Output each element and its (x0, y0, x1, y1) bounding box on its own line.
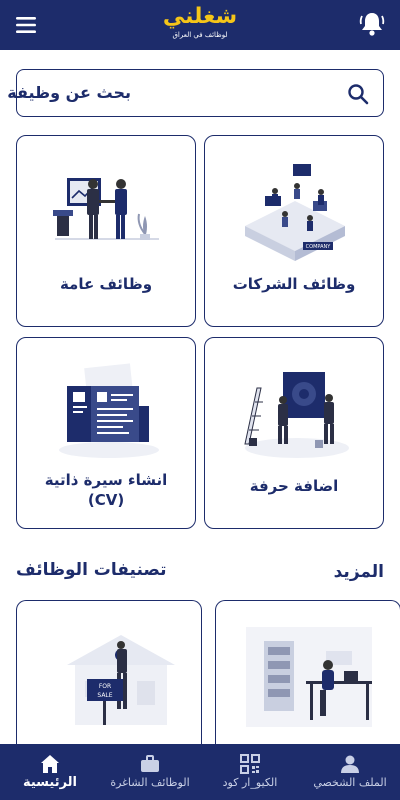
nav-qr-code-label: الكيو_ار كود (222, 776, 278, 789)
category-card-real-estate[interactable]: FOR SALE (16, 600, 202, 750)
briefcase-icon (141, 755, 159, 772)
nav-profile-label: الملف الشخصي (313, 776, 387, 789)
top-app-bar: شغلني لوظائف في العراق (0, 0, 400, 50)
nav-vacancies[interactable]: الوظائف الشاغرة (100, 744, 200, 800)
more-link[interactable]: المزيد (334, 562, 384, 582)
job-search-bar[interactable]: بحث عن وظيفة (7, 69, 384, 117)
hamburger-menu-icon[interactable] (14, 13, 40, 37)
nav-profile[interactable]: الملف الشخصي (300, 744, 400, 800)
svg-text:FOR: FOR (99, 683, 111, 690)
company-jobs-title: وظائف الشركات (232, 275, 356, 293)
notification-bell-icon[interactable] (358, 10, 386, 38)
nav-vacancies-label: الوظائف الشاغرة (110, 776, 190, 789)
svg-text:SALE: SALE (97, 692, 112, 699)
user-icon (341, 755, 359, 773)
company-jobs-card[interactable]: COMPANY وظائف الشركات (204, 135, 384, 327)
nav-home-label: الرئيسية (22, 775, 78, 790)
handshake-illustration (53, 178, 159, 240)
home-icon (41, 755, 59, 773)
add-craft-card[interactable]: اضافة حرفة (204, 337, 384, 529)
job-categories-heading: تصنيفات الوظائف (16, 560, 167, 580)
search-icon (348, 84, 369, 105)
add-craft-title: اضافة حرفة (249, 477, 339, 495)
workers-gear-illustration (244, 372, 349, 458)
create-cv-card[interactable]: انشاء سيرة ذاتية (CV) (16, 337, 196, 529)
nav-home[interactable]: الرئيسية (0, 744, 100, 800)
office-worker-illustration (246, 627, 372, 727)
search-label: بحث عن وظيفة (7, 83, 131, 102)
qr-code-icon (240, 754, 260, 774)
public-jobs-card[interactable]: وظائف عامة (16, 135, 196, 327)
nav-qr-code[interactable]: الكيو_ار كود (200, 744, 300, 800)
for-sale-sign-illustration: FOR SALE (67, 635, 175, 725)
bottom-navigation: الملف الشخصي الكيو_ار كود الوظائف الشاغر… (0, 744, 400, 800)
category-card-office[interactable] (215, 600, 400, 750)
create-cv-title-line2: (CV) (87, 491, 125, 509)
create-cv-title: انشاء سيرة ذاتية (CV) (23, 470, 189, 510)
public-jobs-title: وظائف عامة (59, 275, 153, 293)
create-cv-title-line1: انشاء سيرة ذاتية (44, 471, 168, 489)
svg-text:COMPANY: COMPANY (306, 244, 332, 250)
app-logo: شغلني لوظائف في العراق (150, 4, 250, 46)
logo-tagline: لوظائف في العراق (172, 31, 228, 39)
office-team-illustration: COMPANY (245, 164, 345, 261)
cv-document-illustration (59, 363, 159, 458)
logo-text: شغلني (162, 4, 238, 29)
